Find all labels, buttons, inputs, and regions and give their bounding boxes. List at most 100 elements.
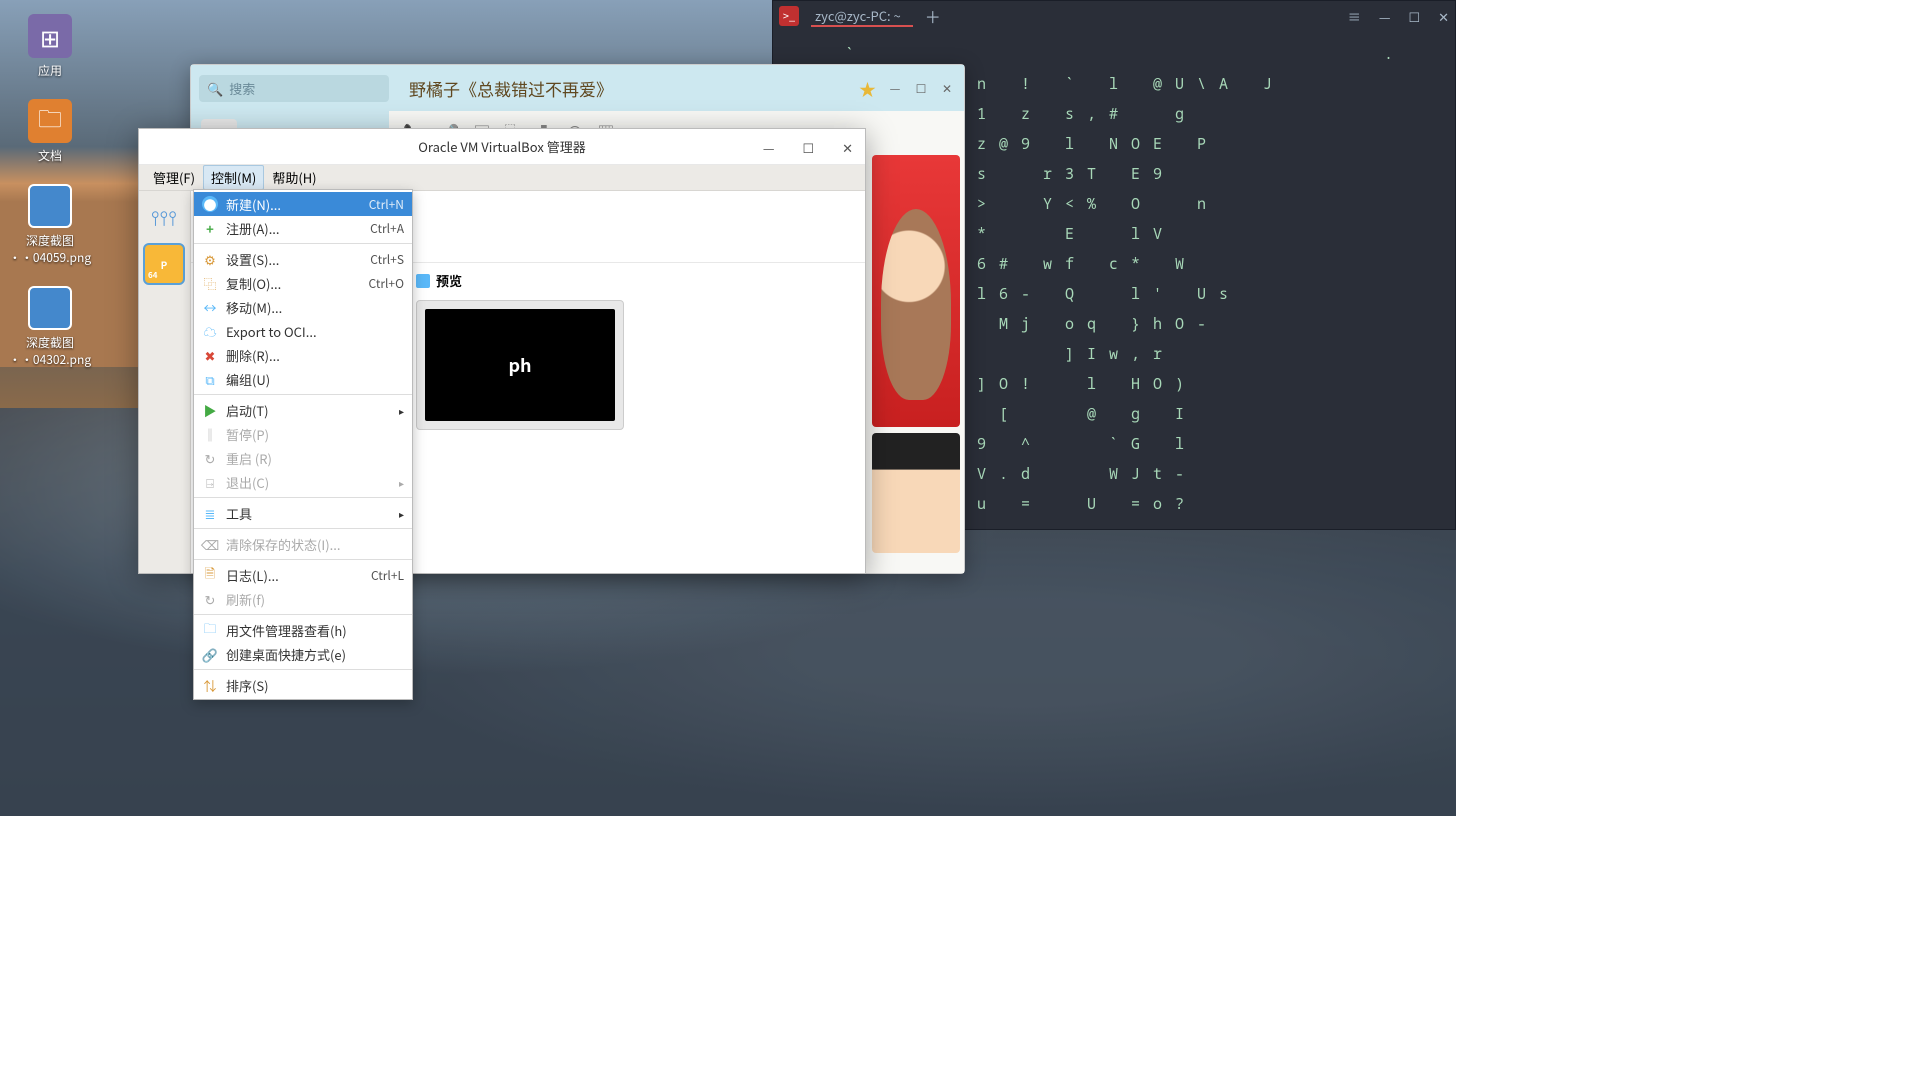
window-title: Oracle VM VirtualBox 管理器 — [418, 137, 586, 156]
menu-item[interactable]: ●新建(N)...Ctrl+N — [194, 192, 412, 216]
menu-help[interactable]: 帮助(H) — [264, 165, 324, 190]
menu-item[interactable]: ≣工具▸ — [194, 501, 412, 525]
star-icon[interactable]: ★ — [859, 76, 876, 101]
folder-icon: 🗀 — [28, 99, 72, 143]
menu-control[interactable]: 控制(M) — [203, 165, 264, 190]
menu-item[interactable]: ⿻复制(O)...Ctrl+O — [194, 271, 412, 295]
menu-item-icon: ≣ — [202, 505, 218, 521]
menu-item-icon: ▶ — [202, 402, 218, 418]
menu-item-label: 注册(A)... — [226, 219, 362, 238]
documents-folder[interactable]: 🗀 文档 — [10, 95, 90, 168]
screenshot-file[interactable]: 深度截图 ··04059.png — [10, 180, 90, 270]
close-button[interactable]: ✕ — [938, 80, 956, 97]
menu-item-label: 退出(C) — [226, 473, 391, 492]
menu-item[interactable]: ▶启动(T)▸ — [194, 398, 412, 422]
window-titlebar[interactable]: Oracle VM VirtualBox 管理器 — ☐ ✕ — [139, 129, 865, 165]
minimize-button[interactable]: — — [886, 80, 904, 97]
image-icon — [28, 184, 72, 228]
menu-item-icon: ↻ — [202, 450, 218, 466]
vm-list-sidebar: ⫯⫯⫯ P — [139, 191, 191, 573]
menu-button[interactable]: ≡ — [1348, 7, 1361, 26]
maximize-button[interactable]: ☐ — [796, 134, 820, 161]
maximize-button[interactable]: ☐ — [912, 80, 930, 97]
menu-item-icon: ☁ — [202, 323, 218, 339]
minimize-button[interactable]: — — [757, 134, 781, 161]
menu-item-label: 排序(S) — [226, 676, 404, 695]
menu-item-icon: ↔ — [202, 299, 218, 315]
search-icon: 🔍 — [207, 79, 223, 98]
menu-item-icon: ⌫ — [202, 536, 218, 552]
menu-item-icon: ‖ — [202, 426, 218, 442]
menu-item-label: 新建(N)... — [226, 195, 361, 214]
menu-item-label: 创建桌面快捷方式(e) — [226, 645, 404, 664]
icon-label: 文档 — [38, 147, 62, 164]
menu-item-icon: 🗀 — [202, 622, 218, 638]
menu-item-label: 设置(S)... — [226, 250, 362, 269]
menu-item-icon: ⇅ — [202, 677, 218, 693]
terminal-titlebar[interactable]: >_ zyc@zyc-PC: ~ ＋ ≡ — ☐ ✕ — [773, 1, 1455, 31]
menu-item: ‖ 暂停(P) — [194, 422, 412, 446]
app-launcher[interactable]: ⊞ 应用 — [10, 10, 90, 83]
menu-item-icon: ⍈ — [202, 474, 218, 490]
vm-item-ph[interactable]: P — [143, 243, 185, 285]
menu-item-icon: 🔗 — [202, 646, 218, 662]
user-avatar[interactable] — [872, 155, 960, 427]
menu-item-icon: ✖ — [202, 347, 218, 363]
terminal-icon: >_ — [779, 6, 799, 26]
menu-item: ⍈退出(C)▸ — [194, 470, 412, 494]
close-button[interactable]: ✕ — [1438, 7, 1449, 26]
menu-manage[interactable]: 管理(F) — [145, 165, 203, 190]
menu-item-icon: + — [202, 220, 218, 236]
new-tab-button[interactable]: ＋ — [925, 4, 941, 28]
preview-thumbnail: ph — [425, 309, 615, 421]
terminal-tab[interactable]: zyc@zyc-PC: ~ — [811, 6, 913, 27]
preview-frame[interactable]: ph — [416, 300, 624, 430]
menu-item-label: 暂停(P) — [226, 425, 404, 444]
close-button[interactable]: ✕ — [836, 134, 859, 161]
menu-item-icon: ● — [202, 196, 218, 212]
icon-label: 深度截图 ··04059.png — [9, 232, 91, 266]
menu-item-label: 编组(U) — [226, 370, 404, 389]
image-icon — [28, 286, 72, 330]
menu-item-icon: ⚙ — [202, 251, 218, 267]
icon-label: 应用 — [38, 62, 62, 79]
desktop-icons: ⊞ 应用 🗀 文档 深度截图 ··04059.png 深度截图 ··04302.… — [10, 10, 90, 372]
menu-item-label: Export to OCI... — [226, 322, 404, 341]
menu-item-label: 工具 — [226, 504, 391, 523]
menu-item[interactable]: ☁ Export to OCI... — [194, 319, 412, 343]
icon-label: 深度截图 ··04302.png — [9, 334, 91, 368]
menu-item[interactable]: ⧉ 编组(U) — [194, 367, 412, 391]
menu-item-label: 日志(L)... — [226, 566, 363, 585]
menu-item-label: 移动(M)... — [226, 298, 404, 317]
control-menu-dropdown: ●新建(N)...Ctrl+N+注册(A)...Ctrl+A⚙设置(S)...C… — [193, 189, 413, 700]
menu-item: ⌫ 清除保存的状态(I)... — [194, 532, 412, 556]
avatar-panel — [868, 151, 964, 573]
chat-header[interactable]: 🔍 搜索 野橘子《总裁错过不再爱》 ★ — ☐ ✕ — [191, 65, 964, 111]
menu-item-label: 删除(R)... — [226, 346, 404, 365]
menu-item[interactable]: 🗀用文件管理器查看(h) — [194, 618, 412, 642]
chat-title: 野橘子《总裁错过不再爱》 — [409, 76, 849, 101]
screenshot-file[interactable]: 深度截图 ··04302.png — [10, 282, 90, 372]
minimize-button[interactable]: — — [1379, 7, 1391, 26]
menu-item[interactable]: +注册(A)...Ctrl+A — [194, 216, 412, 240]
menubar: 管理(F) 控制(M) 帮助(H) — [139, 165, 865, 191]
menu-item[interactable]: 🔗 创建桌面快捷方式(e) — [194, 642, 412, 666]
menu-item-icon: 🗎 — [202, 567, 218, 583]
menu-item[interactable]: 🗎日志(L)...Ctrl+L — [194, 563, 412, 587]
menu-item: ↻刷新(f) — [194, 587, 412, 611]
maximize-button[interactable]: ☐ — [1408, 7, 1420, 26]
menu-item-icon: ⧉ — [202, 371, 218, 387]
menu-item-label: 清除保存的状态(I)... — [226, 535, 404, 554]
menu-item-icon: ⿻ — [202, 275, 218, 291]
menu-item[interactable]: ↔ 移动(M)... — [194, 295, 412, 319]
user-avatar[interactable] — [872, 433, 960, 553]
menu-item[interactable]: ⇅ 排序(S) — [194, 673, 412, 697]
menu-item[interactable]: ⚙设置(S)...Ctrl+S — [194, 247, 412, 271]
menu-item[interactable]: ✖ 删除(R)... — [194, 343, 412, 367]
menu-item-label: 启动(T) — [226, 401, 391, 420]
vm-preview-panel: 预览 ph — [401, 263, 865, 573]
tools-button[interactable]: ⫯⫯⫯ — [143, 195, 185, 237]
search-input[interactable]: 🔍 搜索 — [199, 75, 389, 102]
menu-item-icon: ↻ — [202, 591, 218, 607]
app-grid-icon: ⊞ — [28, 14, 72, 58]
